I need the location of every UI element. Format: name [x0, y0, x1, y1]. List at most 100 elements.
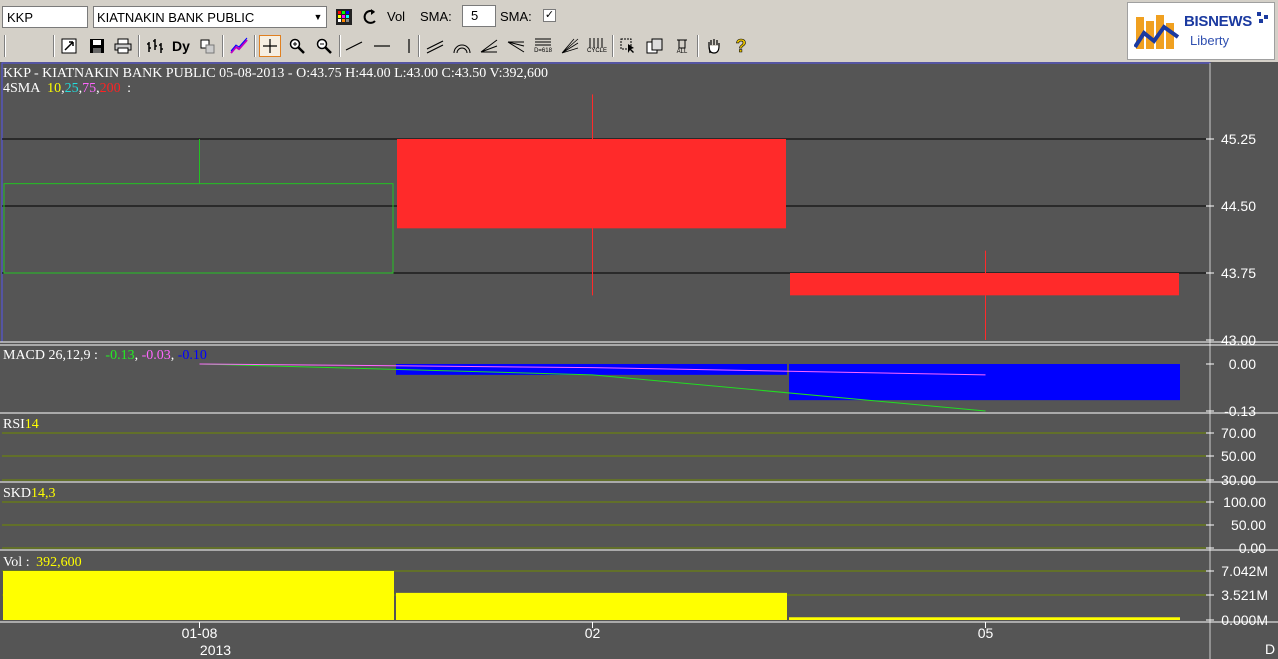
toolbar-separator: [418, 35, 420, 57]
skd-tick-label: 100.00: [1223, 494, 1266, 510]
select-icon[interactable]: [617, 35, 639, 57]
macd-signal-value: -0.03: [142, 348, 171, 363]
sma-25-label: 25: [65, 81, 79, 96]
chart-canvas[interactable]: 45.25 44.50 43.75 43.00 0.00 -0.13 70.00 50.00 3…: [0, 62, 1278, 659]
toolbar-separator: [339, 35, 341, 57]
fibo-label: D=618: [534, 48, 552, 54]
help-icon[interactable]: ?: [730, 35, 752, 57]
blank-icon[interactable]: [12, 35, 52, 57]
refresh-icon[interactable]: [362, 8, 380, 26]
sma-75-label: 75: [82, 81, 96, 96]
x-unit-label: D: [1265, 641, 1275, 657]
macd-histogram-bar: [396, 364, 787, 375]
price-tick-label: 43.75: [1221, 265, 1256, 281]
volume-bar: [396, 592, 787, 620]
print-icon[interactable]: [112, 35, 134, 57]
zoom-in-icon[interactable]: [286, 35, 308, 57]
sma-legend-suffix: :: [127, 81, 131, 96]
price-tick-label: 45.25: [1221, 131, 1256, 147]
bisnews-logo: BISNEWS Liberty: [1127, 2, 1275, 60]
sma-legend-prefix: 4SMA: [3, 81, 41, 96]
logo-mark-icon: [1134, 15, 1180, 49]
zoom-fit-icon[interactable]: [58, 35, 80, 57]
cycle-icon[interactable]: CYCLE: [586, 35, 608, 57]
chart-header: KKP - KIATNAKIN BANK PUBLIC 05-08-2013 -…: [3, 66, 548, 81]
candle-body: [397, 139, 786, 229]
delete-all-icon[interactable]: ALL: [671, 35, 693, 57]
trend-line-icon[interactable]: [343, 35, 365, 57]
copy-icon[interactable]: [644, 35, 666, 57]
x-tick-label: 02: [585, 625, 601, 641]
sma-label-2: SMA:: [500, 9, 532, 24]
toolbar-separator: [4, 35, 6, 57]
macd-label: MACD 26,12,9 :: [3, 348, 98, 363]
color-palette-icon[interactable]: [335, 8, 353, 26]
gann-fan-icon[interactable]: [559, 35, 581, 57]
sma-period-input[interactable]: 5: [462, 5, 496, 27]
macd-value: -0.13: [105, 348, 134, 363]
channel-icon[interactable]: [424, 35, 446, 57]
dy-icon[interactable]: Dy: [170, 35, 192, 57]
volume-tick-label: 0.000M: [1221, 612, 1268, 628]
sma-label-1: SMA:: [420, 9, 452, 24]
top-toolbar: KIATNAKIN BANK PUBLIC ▼ Vol SMA: 5 SMA: …: [0, 0, 1126, 32]
skd-legend: SKD14,3: [3, 486, 56, 501]
volume-tick-label: 3.521M: [1221, 587, 1268, 603]
save-icon[interactable]: [86, 35, 108, 57]
chart-area[interactable]: 45.25 44.50 43.75 43.00 0.00 -0.13 70.00 50.00 3…: [0, 62, 1278, 659]
macd-hist-value: -0.10: [178, 348, 207, 363]
volume-label: Vol :: [3, 555, 30, 570]
volume-bar: [3, 571, 394, 620]
rsi-tick-label: 50.00: [1221, 448, 1256, 464]
logo-brand: BISNEWS: [1184, 13, 1252, 30]
zoom-out-icon[interactable]: [313, 35, 335, 57]
skd-label: SKD: [3, 486, 31, 501]
chevron-down-icon[interactable]: ▼: [310, 7, 326, 27]
rsi-legend: RSI14: [3, 417, 39, 432]
sma-10-label: 10: [47, 81, 61, 96]
x-tick-label: 01-08: [182, 625, 218, 641]
skd-tick-label: 0.00: [1239, 540, 1266, 556]
x-year-label: 2013: [200, 642, 231, 658]
bar-chart-icon[interactable]: [144, 35, 166, 57]
line-chart-icon[interactable]: [228, 35, 250, 57]
vol-label: Vol: [387, 9, 406, 24]
macd-tick-label: -0.13: [1224, 403, 1256, 419]
skd-tick-label: 50.00: [1231, 517, 1266, 533]
toolbar-separator: [697, 35, 699, 57]
price-tick-label: 44.50: [1221, 198, 1256, 214]
vertical-line-icon[interactable]: [398, 35, 420, 57]
volume-value: 392,600: [36, 555, 82, 570]
speed-line-icon[interactable]: [505, 35, 527, 57]
volume-bar: [789, 617, 1180, 620]
rsi-tick-label: 70.00: [1221, 425, 1256, 441]
cycle-label: CYCLE: [586, 48, 607, 54]
all-label: ALL: [676, 48, 688, 55]
price-pane: [3, 94, 1179, 340]
macd-histogram-bar: [789, 364, 1180, 401]
hand-icon[interactable]: [703, 35, 725, 57]
fan-icon[interactable]: [478, 35, 500, 57]
rsi-period: 14: [25, 417, 39, 432]
crosshair-icon[interactable]: [259, 35, 281, 57]
horizontal-line-icon[interactable]: [371, 35, 393, 57]
toolbar-separator: [138, 35, 140, 57]
rsi-label: RSI: [3, 417, 25, 432]
toolbar-separator: [254, 35, 256, 57]
sma-checkbox[interactable]: ✓: [543, 9, 556, 22]
sma-200-label: 200: [100, 81, 121, 96]
drawing-toolbar: Dy D=618 CYCLE ALL ?: [0, 32, 1126, 60]
toolbar-separator: [222, 35, 224, 57]
volume-legend: Vol : 392,600: [3, 555, 82, 570]
volume-tick-label: 7.042M: [1221, 563, 1268, 579]
macd-tick-label: 0.00: [1229, 356, 1256, 372]
window-icon[interactable]: [196, 35, 218, 57]
company-select[interactable]: KIATNAKIN BANK PUBLIC ▼: [93, 6, 327, 28]
symbol-input[interactable]: [2, 6, 88, 28]
toolbar-separator: [612, 35, 614, 57]
candle-body: [3, 183, 394, 274]
logo-dots-icon: [1257, 12, 1268, 23]
fibonacci-retracement-icon[interactable]: D=618: [532, 35, 554, 57]
macd-legend: MACD 26,12,9 : -0.13, -0.03, -0.10: [3, 348, 207, 363]
fibonacci-arc-icon[interactable]: [451, 35, 473, 57]
